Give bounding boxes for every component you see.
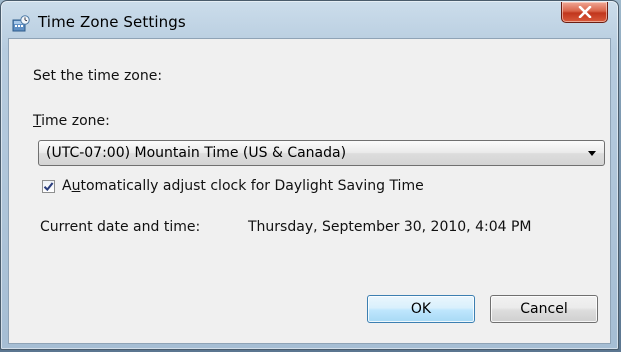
daylight-saving-label-text: tomatically adjust clock for Daylight Sa… <box>80 178 424 194</box>
close-button[interactable] <box>561 2 608 23</box>
close-icon <box>578 6 592 18</box>
daylight-saving-label[interactable]: Automatically adjust clock for Daylight … <box>62 178 424 194</box>
time-zone-selected-value: (UTC-07:00) Mountain Time (US & Canada) <box>46 145 347 161</box>
time-zone-select[interactable]: (UTC-07:00) Mountain Time (US & Canada) <box>38 140 605 166</box>
current-date-time-value: Thursday, September 30, 2010, 4:04 PM <box>248 219 532 235</box>
clock-globe-icon <box>12 15 30 33</box>
daylight-saving-checkbox[interactable] <box>42 180 55 193</box>
daylight-saving-label-start: A <box>62 178 72 194</box>
window-title: Time Zone Settings <box>38 13 186 31</box>
ok-button[interactable]: OK <box>367 295 475 323</box>
title-bar[interactable]: Time Zone Settings <box>1 1 620 39</box>
time-zone-label-mnemonic: T <box>33 113 42 129</box>
time-zone-label: Time zone: <box>33 113 110 129</box>
checkmark-icon <box>43 182 54 192</box>
set-time-zone-prompt: Set the time zone: <box>33 68 163 84</box>
time-zone-label-text: ime zone: <box>41 113 110 129</box>
chevron-down-icon <box>588 151 596 156</box>
current-date-time-label: Current date and time: <box>40 219 201 235</box>
cancel-button[interactable]: Cancel <box>490 295 598 323</box>
